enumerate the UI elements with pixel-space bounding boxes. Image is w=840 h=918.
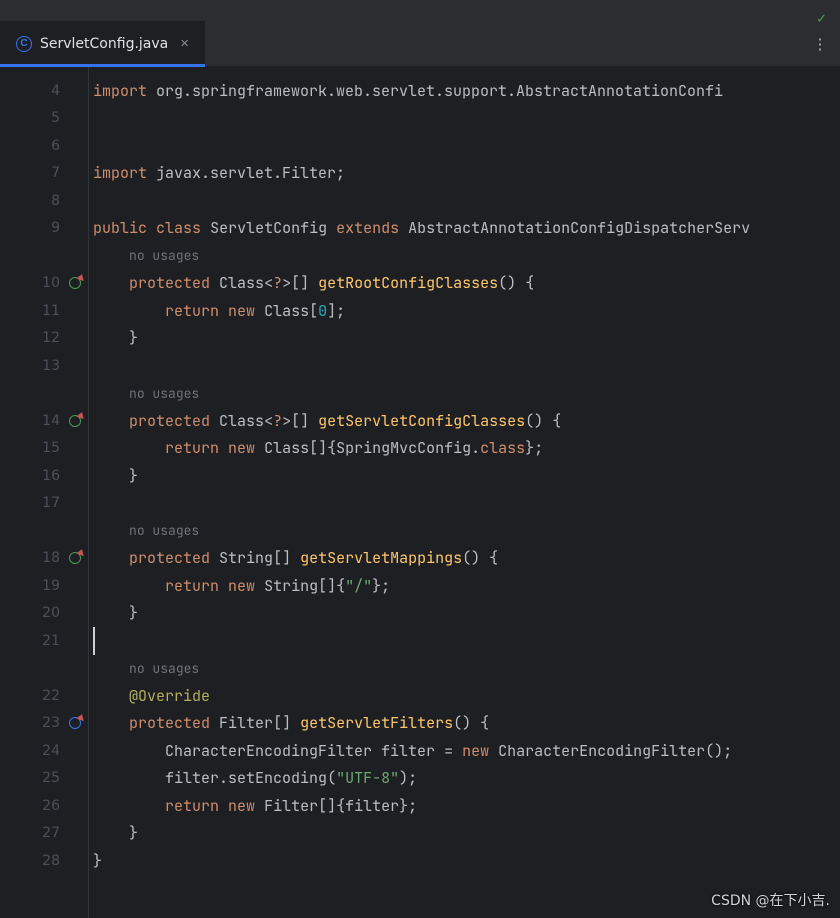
usage-hint[interactable]: no usages: [89, 380, 840, 408]
line-number: 6: [51, 138, 60, 154]
line-number: 28: [42, 853, 60, 869]
line-number: 20: [42, 605, 60, 621]
line-number: 12: [42, 330, 60, 346]
code-line[interactable]: protected Class<?>[] getServletConfigCla…: [89, 407, 840, 435]
override-up-icon[interactable]: [68, 275, 84, 291]
line-number: 17: [42, 495, 60, 511]
code-line[interactable]: public class ServletConfig extends Abstr…: [89, 215, 840, 243]
line-number: 24: [42, 743, 60, 759]
code-line[interactable]: }: [89, 325, 840, 353]
line-number: 10: [42, 275, 60, 291]
code-line[interactable]: return new Filter[]{filter};: [89, 792, 840, 820]
code-line[interactable]: return new Class[]{SpringMvcConfig.class…: [89, 435, 840, 463]
line-number: 9: [51, 220, 60, 236]
line-number: 7: [51, 165, 60, 181]
code-line[interactable]: }: [89, 462, 840, 490]
code-line[interactable]: [89, 352, 840, 380]
code-line[interactable]: protected Filter[] getServletFilters() {: [89, 710, 840, 738]
line-number: 21: [42, 633, 60, 649]
usage-hint[interactable]: no usages: [89, 242, 840, 270]
code-line[interactable]: }: [89, 847, 840, 875]
line-number: 19: [42, 578, 60, 594]
code-line[interactable]: [89, 490, 840, 518]
tab-servletconfig[interactable]: C ServletConfig.java ×: [0, 21, 205, 66]
line-number: 26: [42, 798, 60, 814]
usage-hint[interactable]: no usages: [89, 517, 840, 545]
tab-title: ServletConfig.java: [40, 36, 168, 52]
code-line[interactable]: [89, 105, 840, 133]
code-line[interactable]: @Override: [89, 682, 840, 710]
line-number: 18: [42, 550, 60, 566]
line-number: 14: [42, 413, 60, 429]
line-number: 22: [42, 688, 60, 704]
code-line[interactable]: [89, 132, 840, 160]
window-toolbar-strip: [0, 0, 840, 21]
editor-tabbar: C ServletConfig.java × ⋮: [0, 21, 840, 67]
override-up-icon[interactable]: [68, 715, 84, 731]
text-caret: [93, 627, 95, 655]
code-line[interactable]: filter.setEncoding("UTF-8");: [89, 765, 840, 793]
gutter: 4 5 6 7 8 9 10 11 12 13 14 15 16 17 18 1…: [0, 67, 88, 918]
code-line[interactable]: protected Class<?>[] getRootConfigClasse…: [89, 270, 840, 298]
line-number: 23: [42, 715, 60, 731]
code-area[interactable]: import org.springframework.web.servlet.s…: [88, 67, 840, 918]
code-editor[interactable]: 4 5 6 7 8 9 10 11 12 13 14 15 16 17 18 1…: [0, 67, 840, 918]
override-up-icon[interactable]: [68, 413, 84, 429]
watermark-text: CSDN @在下小吉.: [711, 890, 830, 910]
line-number: 8: [51, 193, 60, 209]
code-line[interactable]: return new String[]{"/"};: [89, 572, 840, 600]
override-up-icon[interactable]: [68, 550, 84, 566]
code-line[interactable]: return new Class[0];: [89, 297, 840, 325]
usage-hint[interactable]: no usages: [89, 655, 840, 683]
code-line[interactable]: [89, 187, 840, 215]
line-number: 4: [51, 83, 60, 99]
line-number: 5: [51, 110, 60, 126]
code-line[interactable]: protected String[] getServletMappings() …: [89, 545, 840, 573]
code-line[interactable]: }: [89, 600, 840, 628]
line-number: 16: [42, 468, 60, 484]
line-number: 15: [42, 440, 60, 456]
scrollbar-vertical[interactable]: [830, 110, 840, 830]
class-file-icon: C: [16, 36, 32, 52]
code-line[interactable]: import org.springframework.web.servlet.s…: [89, 77, 840, 105]
code-line[interactable]: CharacterEncodingFilter filter = new Cha…: [89, 737, 840, 765]
close-icon[interactable]: ×: [176, 33, 193, 54]
code-line[interactable]: [89, 627, 840, 655]
check-ok-icon[interactable]: ✓: [817, 8, 826, 28]
line-number: 25: [42, 770, 60, 786]
line-number: 13: [42, 358, 60, 374]
line-number: 27: [42, 825, 60, 841]
code-line[interactable]: import javax.servlet.Filter;: [89, 160, 840, 188]
line-number: 11: [42, 303, 60, 319]
code-line[interactable]: }: [89, 820, 840, 848]
